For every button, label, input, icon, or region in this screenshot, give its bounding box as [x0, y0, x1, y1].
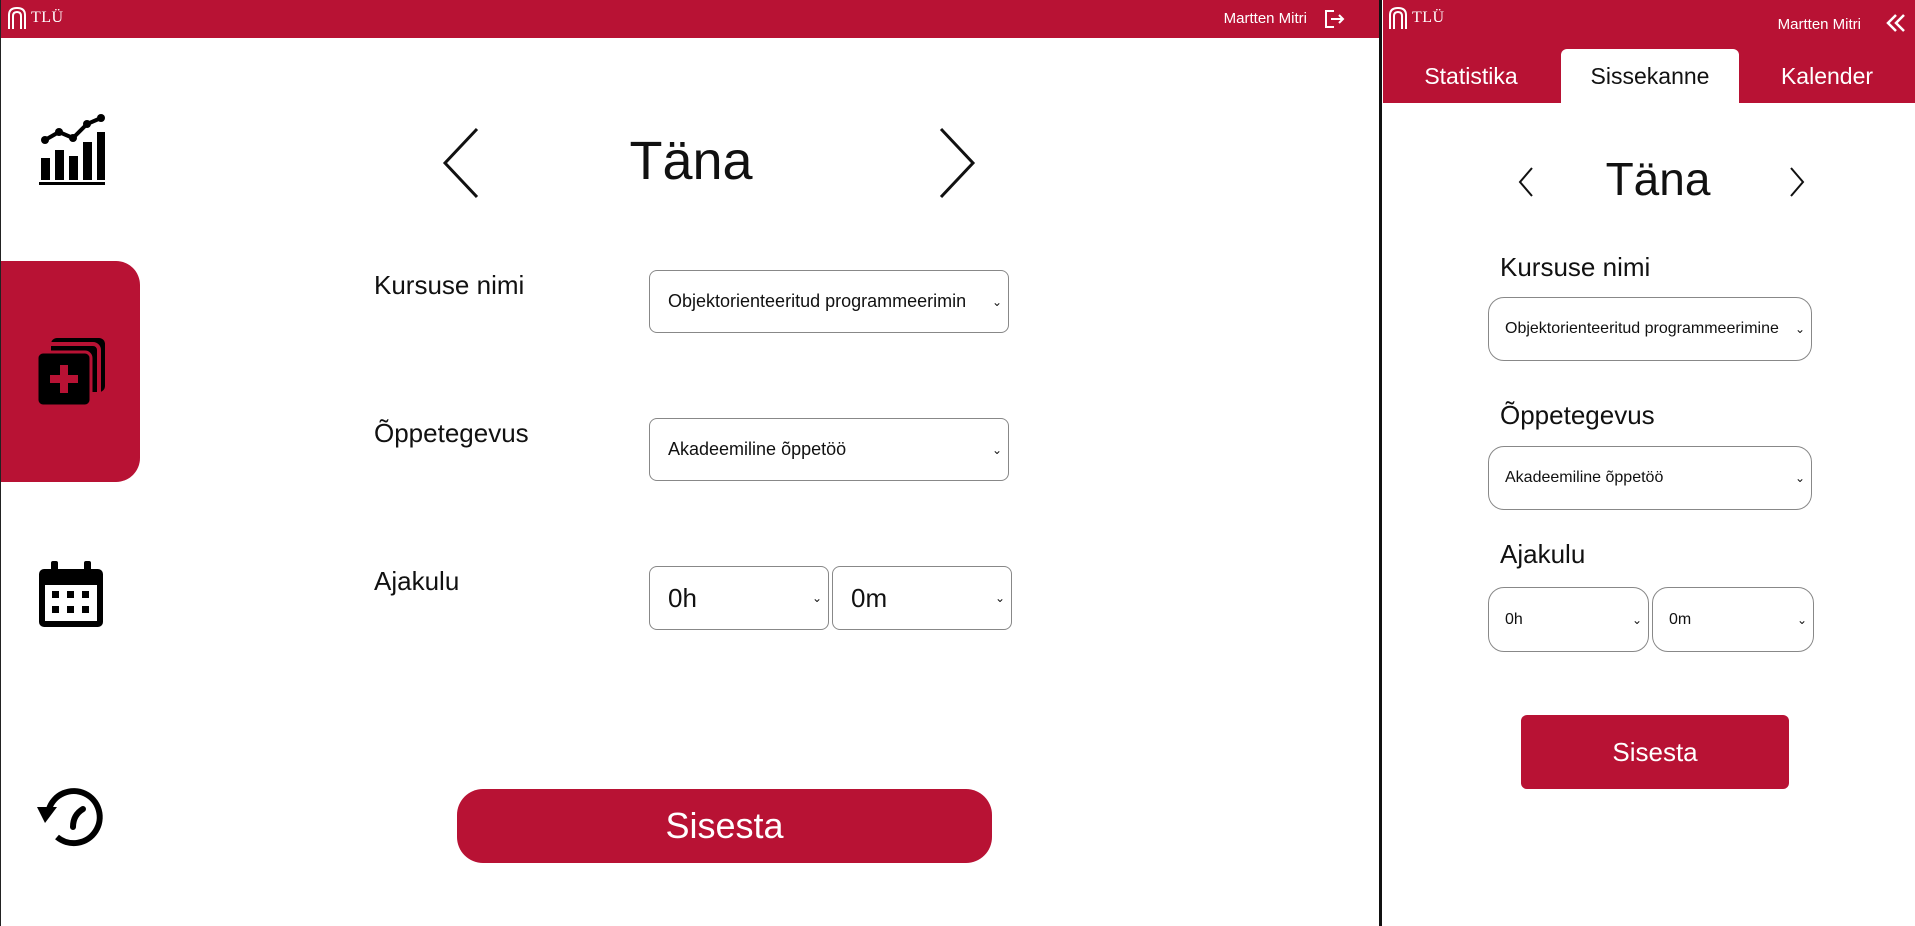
course-label: Kursuse nimi	[1500, 252, 1651, 282]
chevron-down-icon: ⌄	[811, 591, 822, 605]
logo-text: TLÜ	[1412, 9, 1445, 26]
activity-select[interactable]: Akadeemiline õppetöö ⌄	[1488, 446, 1812, 510]
logout-icon[interactable]	[1323, 8, 1345, 35]
sidebar-item-statistics[interactable]	[1, 110, 140, 190]
sidebar-item-calendar[interactable]	[1, 555, 140, 635]
chevron-right-icon	[1790, 167, 1805, 197]
minutes-select[interactable]: 0m ⌄	[832, 566, 1012, 630]
sidebar-item-entry[interactable]	[1, 261, 140, 482]
screen: TLÜ Martten Mitri Täna Kursuse nimi Obje…	[0, 0, 1915, 926]
mobile-top-bar: TLÜ Martten Mitri Statistika Sissekanne …	[1383, 0, 1915, 103]
hours-select-value: 0h	[668, 582, 697, 613]
minutes-select-value: 0m	[851, 582, 888, 613]
chevron-right-icon	[939, 127, 976, 199]
activity-select[interactable]: Akadeemiline õppetöö ⌄	[649, 418, 1009, 481]
chevron-left-icon	[442, 127, 479, 199]
chevron-down-icon: ⌄	[1631, 612, 1642, 627]
course-select-value: Objektorienteeritud programmeerimine	[1505, 320, 1779, 337]
activity-select-value: Akadeemiline õppetöö	[1505, 469, 1664, 486]
logo[interactable]: TLÜ	[1388, 6, 1445, 30]
add-entry-icon	[35, 337, 105, 407]
hours-select[interactable]: 0h ⌄	[649, 566, 829, 630]
chevron-down-icon: ⌄	[1794, 322, 1805, 336]
tab-sissekanne[interactable]: Sissekanne	[1561, 49, 1739, 103]
history-icon	[36, 788, 103, 847]
tab-statistika[interactable]: Statistika	[1383, 49, 1559, 103]
logo-text: TLÜ	[31, 9, 64, 26]
chevron-down-icon: ⌄	[994, 591, 1005, 605]
next-day-button[interactable]	[1787, 166, 1807, 203]
sidebar-item-history[interactable]	[1, 775, 140, 855]
activity-label: Õppetegevus	[1500, 400, 1655, 430]
course-select[interactable]: Objektorienteeritud programmeerimine ⌄	[1488, 297, 1812, 361]
logo[interactable]: TLÜ	[7, 6, 64, 30]
double-chevron-left-icon[interactable]	[1885, 12, 1907, 40]
calendar-icon	[38, 561, 103, 627]
desktop-view: TLÜ Martten Mitri Täna Kursuse nimi Obje…	[0, 0, 1382, 926]
chevron-down-icon: ⌄	[1796, 612, 1807, 627]
day-title: Täna	[629, 131, 753, 191]
course-select[interactable]: Objektorienteeritud programmeerimin ⌄	[649, 270, 1009, 333]
submit-button[interactable]: Sisesta	[457, 789, 992, 863]
hours-select-value: 0h	[1505, 610, 1523, 628]
chart-icon	[38, 114, 105, 185]
day-title: Täna	[1605, 153, 1711, 205]
activity-select-value: Akadeemiline õppetöö	[668, 439, 847, 459]
activity-label: Õppetegevus	[374, 418, 529, 448]
chevron-down-icon: ⌄	[991, 294, 1002, 309]
chevron-down-icon: ⌄	[991, 442, 1002, 457]
chevron-left-icon	[1518, 167, 1533, 197]
mobile-view: TLÜ Martten Mitri Statistika Sissekanne …	[1383, 0, 1915, 926]
minutes-select-value: 0m	[1669, 610, 1692, 628]
course-select-value: Objektorienteeritud programmeerimin	[668, 291, 967, 311]
next-day-button[interactable]	[935, 125, 979, 206]
user-name: Martten Mitri	[1777, 16, 1861, 33]
hours-select[interactable]: 0h ⌄	[1488, 587, 1649, 652]
time-label: Ajakulu	[1500, 539, 1586, 569]
user-name: Martten Mitri	[1223, 10, 1307, 27]
time-label: Ajakulu	[374, 566, 460, 596]
previous-day-button[interactable]	[1516, 166, 1536, 203]
course-label: Kursuse nimi	[374, 270, 525, 300]
tlu-logo-icon	[8, 6, 26, 29]
top-bar: TLÜ Martten Mitri	[1, 0, 1379, 38]
previous-day-button[interactable]	[439, 125, 483, 206]
minutes-select[interactable]: 0m ⌄	[1652, 587, 1814, 652]
tab-kalender[interactable]: Kalender	[1739, 49, 1915, 103]
chevron-down-icon: ⌄	[1794, 471, 1805, 485]
submit-button[interactable]: Sisesta	[1521, 715, 1789, 789]
tlu-logo-icon	[1389, 6, 1407, 29]
